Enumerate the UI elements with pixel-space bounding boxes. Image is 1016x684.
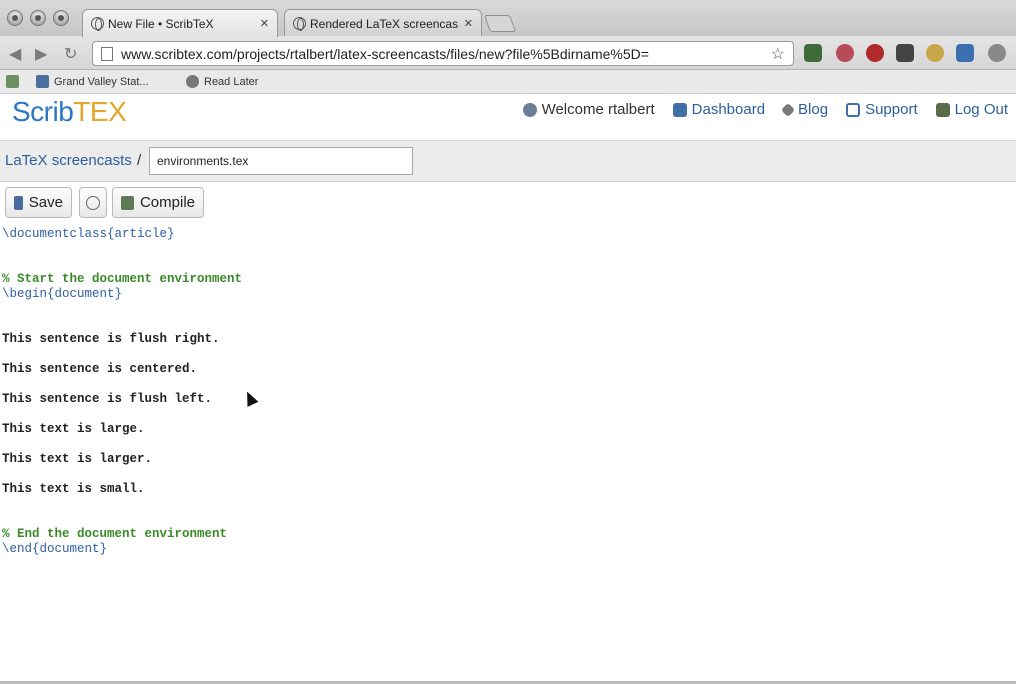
tab-label: New File • ScribTeX [108,16,214,31]
compile-label: Compile [139,194,195,211]
comment-button[interactable] [79,187,107,218]
reload-icon[interactable]: ↻ [64,44,77,64]
filename-input[interactable] [149,147,413,175]
code-line: This sentence is centered. [2,362,198,376]
support-icon [846,102,861,117]
bookmark-read-later[interactable]: Read Later [186,75,258,88]
close-tab-icon[interactable]: ✕ [260,17,269,30]
new-tab-button[interactable] [483,15,517,32]
welcome-text: Welcome rtalbert [522,101,655,118]
code-line: This sentence is flush right. [2,332,220,346]
home-icon [672,102,687,117]
top-navigation: Welcome rtalbert Dashboard Blog Support … [522,101,1008,118]
bookmark-grand-valley[interactable]: Grand Valley Stat... [36,75,149,88]
project-link[interactable]: LaTeX screencasts [5,152,132,169]
latex-argument: {document} [32,542,108,556]
browser-toolbar: ◀ ▶ ↻ www.scribtex.com/projects/rtalbert… [0,36,1016,70]
extension-owl-icon[interactable] [926,44,944,62]
url-text: www.scribtex.com/projects/rtalbert/latex… [121,45,649,62]
user-icon [522,102,537,117]
minimize-window-button[interactable] [30,10,46,26]
dashboard-label: Dashboard [691,101,766,118]
forward-icon[interactable]: ▶ [35,44,47,64]
code-editor[interactable]: \documentclass{article} % Start the docu… [0,224,1016,682]
bookmark-label: Read Later [204,75,259,88]
page-icon [101,46,113,61]
code-line: \documentclass{article} [2,227,175,242]
globe-icon [91,17,104,31]
breadcrumb-separator: / [137,152,142,169]
blog-label: Blog [798,101,829,118]
bookmarks-bar: Grand Valley Stat... Read Later [0,70,1016,94]
floppy-disk-icon [14,195,23,210]
extension-red-icon[interactable] [866,44,884,62]
support-link[interactable]: Support [846,101,918,118]
pencil-icon [780,102,796,117]
compile-button[interactable]: Compile [112,187,204,218]
close-tab-icon[interactable]: ✕ [464,17,473,30]
latex-argument: {article} [107,227,175,241]
bookmark-favicon-icon [186,75,199,88]
logout-icon [935,102,950,117]
save-label: Save [28,194,63,211]
extension-evernote-icon[interactable] [804,44,822,62]
support-label: Support [865,101,918,118]
close-window-button[interactable] [7,10,23,26]
latex-command: \begin [2,287,48,301]
extension-stack-icon[interactable] [896,44,914,62]
globe-icon [293,17,306,31]
code-line: \begin{document} [2,287,122,302]
logo-tex-text: TEX [73,96,127,127]
wrench-icon[interactable] [988,44,1006,62]
code-comment: % End the document environment [2,527,228,541]
logout-link[interactable]: Log Out [935,101,1008,118]
code-line: This text is small. [2,482,145,496]
compile-icon [121,195,134,210]
latex-argument: {document} [47,287,123,301]
bookmark-label: Grand Valley Stat... [54,75,149,88]
dashboard-link[interactable]: Dashboard [672,101,766,118]
code-line: This text is larger. [2,452,153,466]
editor-actions: Save Compile [0,182,1016,224]
extension-ladybug-icon[interactable] [836,44,854,62]
tab-label: Rendered LaTeX screencasts [310,16,458,31]
address-bar[interactable]: www.scribtex.com/projects/rtalbert/latex… [92,41,794,66]
site-header: ScribTEX Welcome rtalbert Dashboard Blog… [0,94,1016,140]
code-line: \end{document} [2,542,107,557]
bookmark-star-icon[interactable]: ☆ [771,44,785,64]
code-comment: % Start the document environment [2,272,243,286]
tab-rendered-latex[interactable]: Rendered LaTeX screencasts ✕ [284,9,482,37]
speech-bubble-icon [86,195,100,210]
welcome-label: Welcome rtalbert [541,101,655,118]
bookmark-favicon-icon [36,75,49,88]
blog-link[interactable]: Blog [780,101,829,118]
apps-icon[interactable] [6,75,19,88]
zoom-window-button[interactable] [53,10,69,26]
code-line: This text is large. [2,422,145,436]
back-icon[interactable]: ◀ [9,44,21,64]
latex-command: \end [2,542,33,556]
logout-label: Log Out [954,101,1008,118]
breadcrumb: LaTeX screencasts / [0,140,1016,182]
logo-scrib-text: Scrib [12,96,74,127]
latex-command: \documentclass [2,227,108,241]
save-button[interactable]: Save [5,187,72,218]
tab-new-file[interactable]: New File • ScribTeX ✕ [82,9,278,37]
extension-python-icon[interactable] [956,44,974,62]
scribtex-logo[interactable]: ScribTEX [12,96,127,128]
code-line: This sentence is flush left. [2,392,213,406]
browser-tabstrip: New File • ScribTeX ✕ Rendered LaTeX scr… [0,0,1016,37]
